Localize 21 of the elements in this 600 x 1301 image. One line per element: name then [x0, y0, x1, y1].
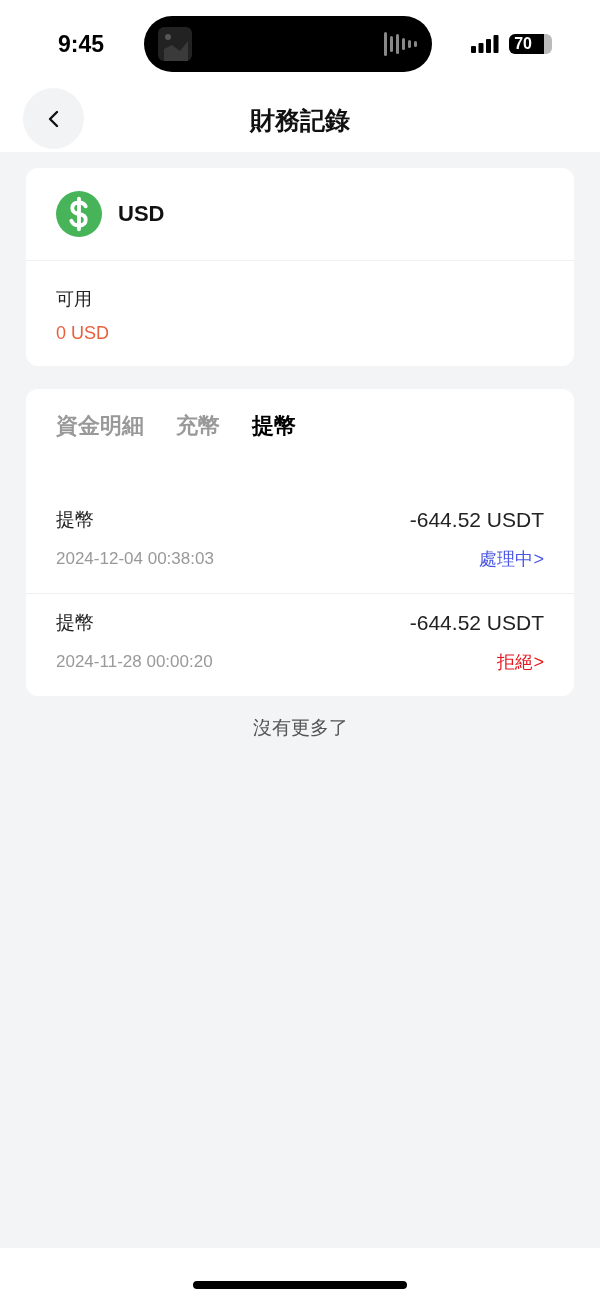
available-value: 0 USD [56, 323, 110, 344]
tab[interactable]: 資金明細 [56, 411, 144, 441]
record-type: 提幣 [56, 508, 94, 532]
record-type: 提幣 [56, 611, 94, 635]
available-label: 可用 [56, 288, 93, 311]
tab[interactable]: 充幣 [176, 411, 220, 441]
page-title: 財務記錄 [250, 104, 350, 136]
record-status-link[interactable]: 處理中> [479, 547, 544, 571]
waveform-icon [383, 32, 418, 56]
tab[interactable]: 提幣 [252, 411, 296, 441]
currency-name: USD [118, 201, 165, 227]
battery-indicator: 70 [509, 34, 552, 54]
no-more-text: 沒有更多了 [251, 716, 349, 740]
record-time: 2024-12-04 00:38:03 [56, 549, 214, 569]
record-amount: -644.52 USDT [409, 611, 544, 635]
status-time: 9:45 [58, 30, 105, 58]
record-time: 2024-11-28 00:00:20 [56, 652, 213, 672]
record-amount: -644.52 USDT [409, 508, 544, 532]
signal-icon [471, 35, 500, 53]
record-status-link[interactable]: 拒絕> [497, 650, 544, 674]
dollar-icon [56, 191, 102, 237]
